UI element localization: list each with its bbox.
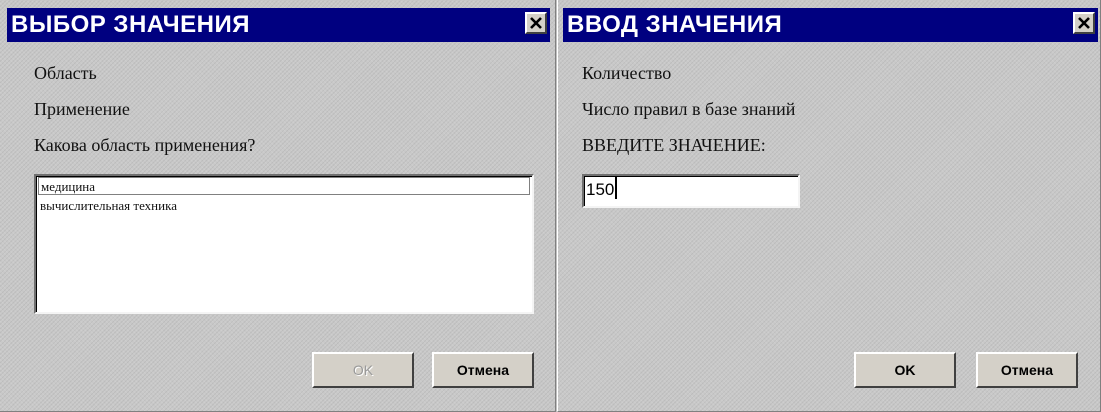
close-icon (1078, 17, 1090, 29)
ok-button[interactable]: OK (854, 352, 956, 388)
title-bar[interactable]: ВВОД ЗНАЧЕНИЯ (563, 8, 1098, 42)
object-label: Область (34, 63, 97, 83)
cancel-button[interactable]: Отмена (976, 352, 1078, 388)
list-item[interactable]: медицина (38, 177, 530, 195)
cancel-button[interactable]: Отмена (432, 352, 534, 388)
ok-button[interactable]: OK (312, 352, 414, 388)
input-value-dialog: ВВОД ЗНАЧЕНИЯ Количество Число правил в … (557, 0, 1101, 412)
object-label: Количество (582, 63, 672, 83)
title-bar[interactable]: ВЫБОР ЗНАЧЕНИЯ (7, 8, 550, 42)
close-icon (530, 17, 542, 29)
attribute-label: Применение (34, 99, 130, 119)
dialog-title: ВЫБОР ЗНАЧЕНИЯ (11, 11, 250, 38)
list-item[interactable]: вычислительная техника (38, 197, 177, 215)
select-value-dialog: ВЫБОР ЗНАЧЕНИЯ Область Применение Какова… (0, 0, 556, 412)
close-button[interactable] (1073, 12, 1095, 34)
text-cursor-icon (615, 177, 618, 199)
value-text: 150 (586, 180, 615, 199)
options-listbox[interactable]: медицина вычислительная техника (34, 174, 534, 314)
value-input[interactable]: 150 (582, 174, 800, 208)
attribute-label: Число правил в базе знаний (582, 99, 796, 119)
close-button[interactable] (525, 12, 547, 34)
prompt-label: ВВЕДИТЕ ЗНАЧЕНИЕ: (582, 135, 766, 155)
dialog-title: ВВОД ЗНАЧЕНИЯ (567, 11, 783, 38)
question-label: Какова область применения? (34, 135, 256, 155)
